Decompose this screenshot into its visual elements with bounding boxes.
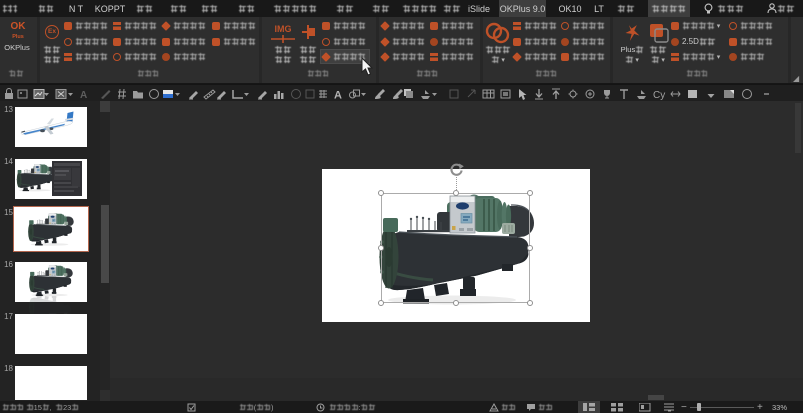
svg-text:Cy: Cy (653, 90, 665, 101)
svg-text:A: A (80, 90, 87, 101)
svg-text:A: A (334, 90, 342, 102)
